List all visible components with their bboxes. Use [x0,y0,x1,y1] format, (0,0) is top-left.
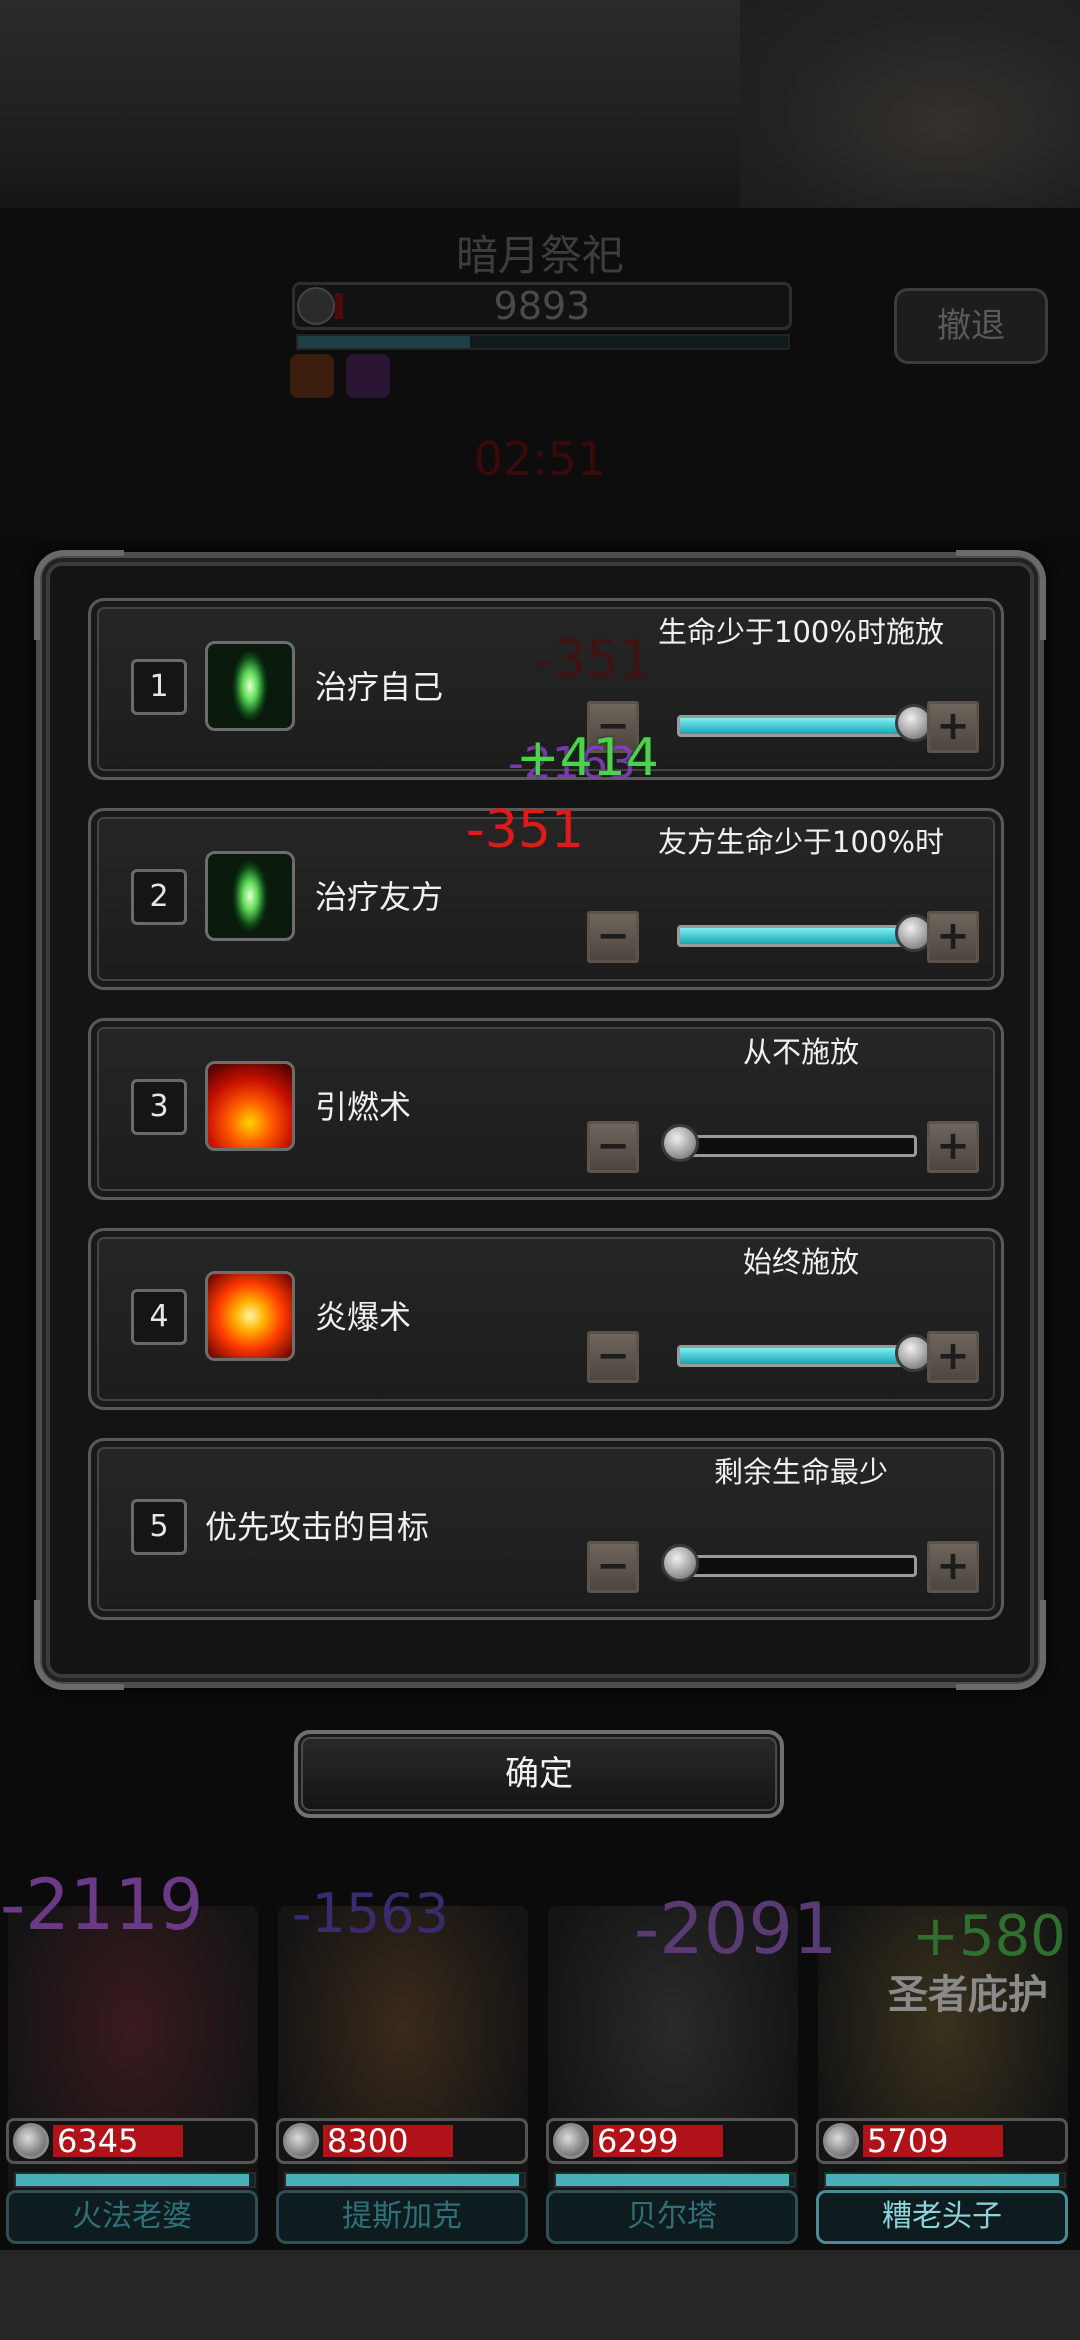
hero-hp-value: 6299 [597,2122,679,2160]
hero-energy-bar [824,2172,1066,2188]
decrease-button[interactable]: − [587,911,639,963]
heal-icon [205,851,295,941]
skill-row: 5 优先攻击的目标 剩余生命最少 − + [88,1438,1004,1620]
condition-slider[interactable] [677,1334,933,1372]
boss-debuff-icon [346,354,390,398]
sword-icon [283,2123,319,2159]
energy-fill [286,2174,520,2186]
boss-energy-fill [298,336,470,348]
slider-fill [680,1348,914,1364]
increase-button[interactable]: + [927,911,979,963]
ignite-icon [205,1061,295,1151]
hero-hp-bar: 5709 [816,2118,1068,2164]
skill-name: 炎爆术 [315,1298,412,1336]
sword-icon [13,2123,49,2159]
row-number: 2 [131,869,187,925]
damage-number: -351 [534,630,653,690]
cast-condition: 剩余生命最少 [713,1455,888,1489]
confirm-button[interactable]: 确定 [294,1730,784,1818]
skill-name: 引燃术 [315,1088,412,1126]
hero-hp-bar: 8300 [276,2118,528,2164]
heal-number: +414 [516,728,659,788]
slider-knob[interactable] [661,1544,699,1582]
energy-fill [826,2174,1060,2186]
battle-background [0,0,1080,208]
condition-slider[interactable] [661,1544,917,1582]
hero-hp-bar: 6299 [546,2118,798,2164]
boss-buff-icon [290,354,334,398]
row-number: 4 [131,1289,187,1345]
sword-icon [553,2123,589,2159]
cast-condition: 生命少于100%时施放 [658,615,944,649]
decrease-button[interactable]: − [587,1541,639,1593]
decrease-button[interactable]: − [587,1331,639,1383]
skill-settings-dialog: 1 治疗自己 生命少于100%时施放 − +2 治疗友方 友方生命少于100%时 − +3 引燃术… [34,550,1046,1690]
battle-timer: 02:51 [473,432,607,486]
boss-hp-bar: 9893 [292,282,792,330]
increase-button[interactable]: + [927,1331,979,1383]
hero-name: 贝尔塔 [546,2190,798,2244]
hero-hp-value: 6345 [57,2122,139,2160]
hero-card[interactable]: 5709 糟老头子 [812,1826,1074,2246]
damage-number: -2119 [0,1864,204,1946]
energy-fill [16,2174,250,2186]
slider-fill [680,928,914,944]
increase-button[interactable]: + [927,1541,979,1593]
skill-name: 治疗自己 [315,668,444,706]
hero-hp-bar: 6345 [6,2118,258,2164]
hero-energy-bar [554,2172,796,2188]
boss-energy-bar [296,334,790,350]
row-number: 1 [131,659,187,715]
boss-name: 暗月祭祀 [455,231,624,280]
damage-number: -1563 [292,1882,449,1945]
castle-silhouette [740,0,1080,208]
boss-hp-value: 9893 [493,284,591,328]
damage-number: -2091 [634,1888,838,1970]
skill-name: 治疗友方 [315,878,444,916]
damage-number: -351 [466,800,585,860]
bottom-background [0,2250,1080,2340]
heal-number: +580 [912,1904,1066,1969]
row-number: 3 [131,1079,187,1135]
fire-burst-icon [205,1271,295,1361]
increase-button[interactable]: + [927,701,979,753]
skill-row: 4 炎爆术 始终施放 − + [88,1228,1004,1410]
energy-fill [556,2174,790,2186]
row-number: 5 [131,1499,187,1555]
hero-energy-bar [284,2172,526,2188]
cast-condition: 始终施放 [742,1245,859,1279]
decrease-button[interactable]: − [587,1121,639,1173]
hero-hp-value: 8300 [327,2122,409,2160]
hero-hp-value: 5709 [867,2122,949,2160]
skill-row: 3 引燃术 从不施放 − + [88,1018,1004,1200]
skill-cast-label: 圣者庇护 [888,1972,1048,2018]
hero-name: 提斯加克 [276,2190,528,2244]
condition-slider[interactable] [677,704,933,742]
hero-name: 糟老头子 [816,2190,1068,2244]
slider-knob[interactable] [661,1124,699,1162]
sword-icon [823,2123,859,2159]
cast-condition: 友方生命少于100%时 [658,825,944,859]
condition-slider[interactable] [677,914,933,952]
hero-energy-bar [14,2172,256,2188]
slider-fill [680,718,914,734]
condition-slider[interactable] [661,1124,917,1162]
cast-condition: 从不施放 [742,1035,859,1069]
hero-name: 火法老婆 [6,2190,258,2244]
heal-icon [205,641,295,731]
increase-button[interactable]: + [927,1121,979,1173]
skill-name: 优先攻击的目标 [205,1508,430,1546]
retreat-button[interactable]: 撤退 [894,288,1048,364]
